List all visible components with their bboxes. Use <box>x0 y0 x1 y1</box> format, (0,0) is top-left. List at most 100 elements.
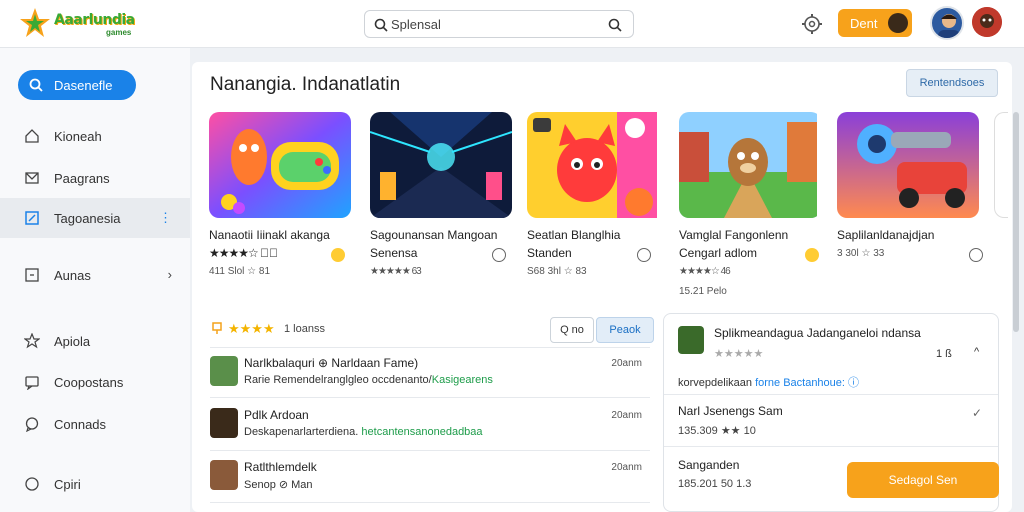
sidebar-item-label: Cpiri <box>54 477 81 492</box>
character-face-icon <box>888 13 908 33</box>
review-row[interactable]: Ratlthlemdelk Senop ⊘ Man 20anm <box>210 458 650 504</box>
reviews-search-button[interactable]: Q no <box>550 317 594 343</box>
game-thumbnail[interactable] <box>679 112 821 218</box>
reviews-header: ★★★★ 1 loanss Q no Peaok <box>210 317 654 345</box>
bubble-icon <box>25 417 39 432</box>
logo-text: Aaarlundia <box>54 12 135 28</box>
search-bar[interactable]: Splensal <box>364 10 634 38</box>
sidebar-active-label: Dasenefle <box>54 78 113 93</box>
circle-icon <box>25 477 39 491</box>
reviews-filter-button[interactable]: Peaok <box>596 317 654 343</box>
info-icon[interactable] <box>637 248 651 262</box>
search-icon <box>29 78 43 92</box>
secondary-avatar[interactable] <box>972 7 1002 37</box>
sidebar-item-box[interactable]: Aunas › <box>0 255 190 295</box>
game-title: Seatlan Blanglhia <box>527 228 621 242</box>
game-card[interactable]: Sagounansan Mangoan Senensa ★★★★★ 63 <box>370 112 512 292</box>
divider <box>210 450 650 451</box>
sidebar-active-item[interactable]: Dasenefle <box>18 70 136 100</box>
sidebar-item-edit[interactable]: Tagoanesia ⋮ <box>0 198 190 238</box>
reviewer-name: Ratlthlemdelk <box>244 460 317 474</box>
game-meta: ★★★★★ 63 <box>370 266 422 277</box>
game-thumbnail[interactable] <box>527 112 669 218</box>
logo-subtext: games <box>106 28 132 37</box>
detail-title: Splikmeandagua Jadanganeloi ndansa <box>714 326 921 340</box>
app-logo[interactable]: Aaarlundia games <box>18 6 138 40</box>
review-text-main: Rarie Remendelranglgleo occdenanto/ <box>244 374 432 386</box>
sidebar-item-label: Tagoanesia <box>54 211 121 226</box>
review-time: 20anm <box>611 462 642 473</box>
search-submit-icon[interactable] <box>607 17 623 33</box>
emoji-icon <box>331 248 345 262</box>
divider <box>210 347 650 348</box>
divider <box>210 502 650 503</box>
scrollbar[interactable] <box>1013 112 1019 332</box>
rating-stars: ★★★★ <box>228 321 275 336</box>
sidebar-item-mail[interactable]: Paagrans <box>0 158 190 198</box>
user-avatar[interactable] <box>930 6 964 40</box>
chevron-up-icon[interactable]: ^ <box>974 346 979 358</box>
search-icon <box>374 18 388 32</box>
game-thumbnail[interactable] <box>209 112 351 218</box>
top-action-button[interactable]: Dent <box>838 9 912 37</box>
game-title: Sagounansan Mangoan <box>370 228 498 242</box>
sidebar-item-circle[interactable]: Cpiri <box>0 464 190 504</box>
game-title: Vamglal Fangonlenn <box>679 228 789 242</box>
reviewer-avatar <box>210 356 238 386</box>
review-row[interactable]: Pdlk Ardoan Deskapenarlarterdiena. hetca… <box>210 406 650 452</box>
mail-icon <box>25 172 39 184</box>
chevron-right-icon[interactable]: › <box>168 267 172 282</box>
sidebar-item-bubble[interactable]: Connads <box>0 404 190 444</box>
page-title: Nanangia. Indanatlatin <box>210 74 401 95</box>
review-text-main: Deskapenarlarterdiena. <box>244 426 359 438</box>
search-input[interactable]: Splensal <box>391 17 441 32</box>
review-text: Senop ⊘ Man <box>244 479 313 491</box>
game-meta: 3 30l ☆ 33 <box>837 248 885 259</box>
game-thumbnail[interactable] <box>370 112 512 218</box>
game-thumbnail[interactable] <box>837 112 979 218</box>
sidebar-item-star[interactable]: Apiola <box>0 321 190 361</box>
sidebar-item-label: Coopostans <box>54 375 124 390</box>
game-card[interactable]: Nanaotii Iiinakl akanga ★★★★☆ ℹ⃝ 411 Slo… <box>209 112 351 292</box>
recommendations-button[interactable]: Rentendsoes <box>906 69 998 97</box>
sidebar-item-label: Aunas <box>54 268 91 283</box>
game-meta: ★★★★☆ 46 <box>679 266 731 277</box>
game-meta-secondary: 15.21 Pelo <box>679 286 727 297</box>
home-icon <box>25 129 39 143</box>
emoji-icon <box>805 248 819 262</box>
sidebar-item-home[interactable]: Kioneah <box>0 116 190 156</box>
next-card-peek[interactable] <box>994 112 1008 218</box>
game-meta: S68 3hl ☆ 83 <box>527 266 587 277</box>
more-options-icon[interactable]: ⋮ <box>159 210 172 226</box>
reviewer-avatar <box>210 408 238 438</box>
box-icon <box>25 268 39 282</box>
game-subtitle: Senensa <box>370 246 418 260</box>
chat-icon <box>25 376 39 390</box>
game-card[interactable]: Saplilanldanajdjan 3 30l ☆ 33 <box>837 112 983 292</box>
primary-cta-button[interactable]: Sedagol Sen <box>847 462 999 498</box>
top-bar: Aaarlundia games Splensal Dent <box>0 0 1024 48</box>
star-icon <box>24 333 40 349</box>
divider <box>664 446 998 447</box>
game-meta: 411 Slol ☆ 81 <box>209 266 271 277</box>
detail-desc-link[interactable]: forne Bactanhoue: ⓘ <box>755 377 859 389</box>
info-icon[interactable] <box>492 248 506 262</box>
check-icon[interactable]: ✓ <box>972 406 982 420</box>
game-card[interactable]: Seatlan Blanglhia Standen S68 3hl ☆ 83 <box>527 112 669 292</box>
review-text: Deskapenarlarterdiena. hetcantensanoneda… <box>244 426 483 438</box>
review-row[interactable]: Narlkbalaquri ⊕ Narldaan Fame) Rarie Rem… <box>210 354 650 400</box>
detail-item-name: Narl Jsenengs Sam <box>678 404 783 418</box>
detail-item-meta: 185.201 50 1.3 <box>678 478 752 490</box>
game-subtitle: Cengarl adlom <box>679 246 758 260</box>
game-card[interactable]: Vamglal Fangonlenn Cengarl adlom ★★★★☆ 4… <box>679 112 821 297</box>
detail-stars: ★★★★★ <box>714 348 764 360</box>
info-icon[interactable] <box>969 248 983 262</box>
detail-avatar <box>678 326 704 354</box>
gear-icon[interactable] <box>800 12 824 36</box>
detail-desc-main: korvepdelikaan <box>678 377 756 389</box>
edit-icon <box>25 211 39 225</box>
game-rating: ★★★★☆ ℹ⃝ <box>209 246 278 260</box>
divider <box>664 394 998 395</box>
sidebar-item-chat[interactable]: Coopostans <box>0 362 190 402</box>
sidebar-item-label: Connads <box>54 417 107 432</box>
